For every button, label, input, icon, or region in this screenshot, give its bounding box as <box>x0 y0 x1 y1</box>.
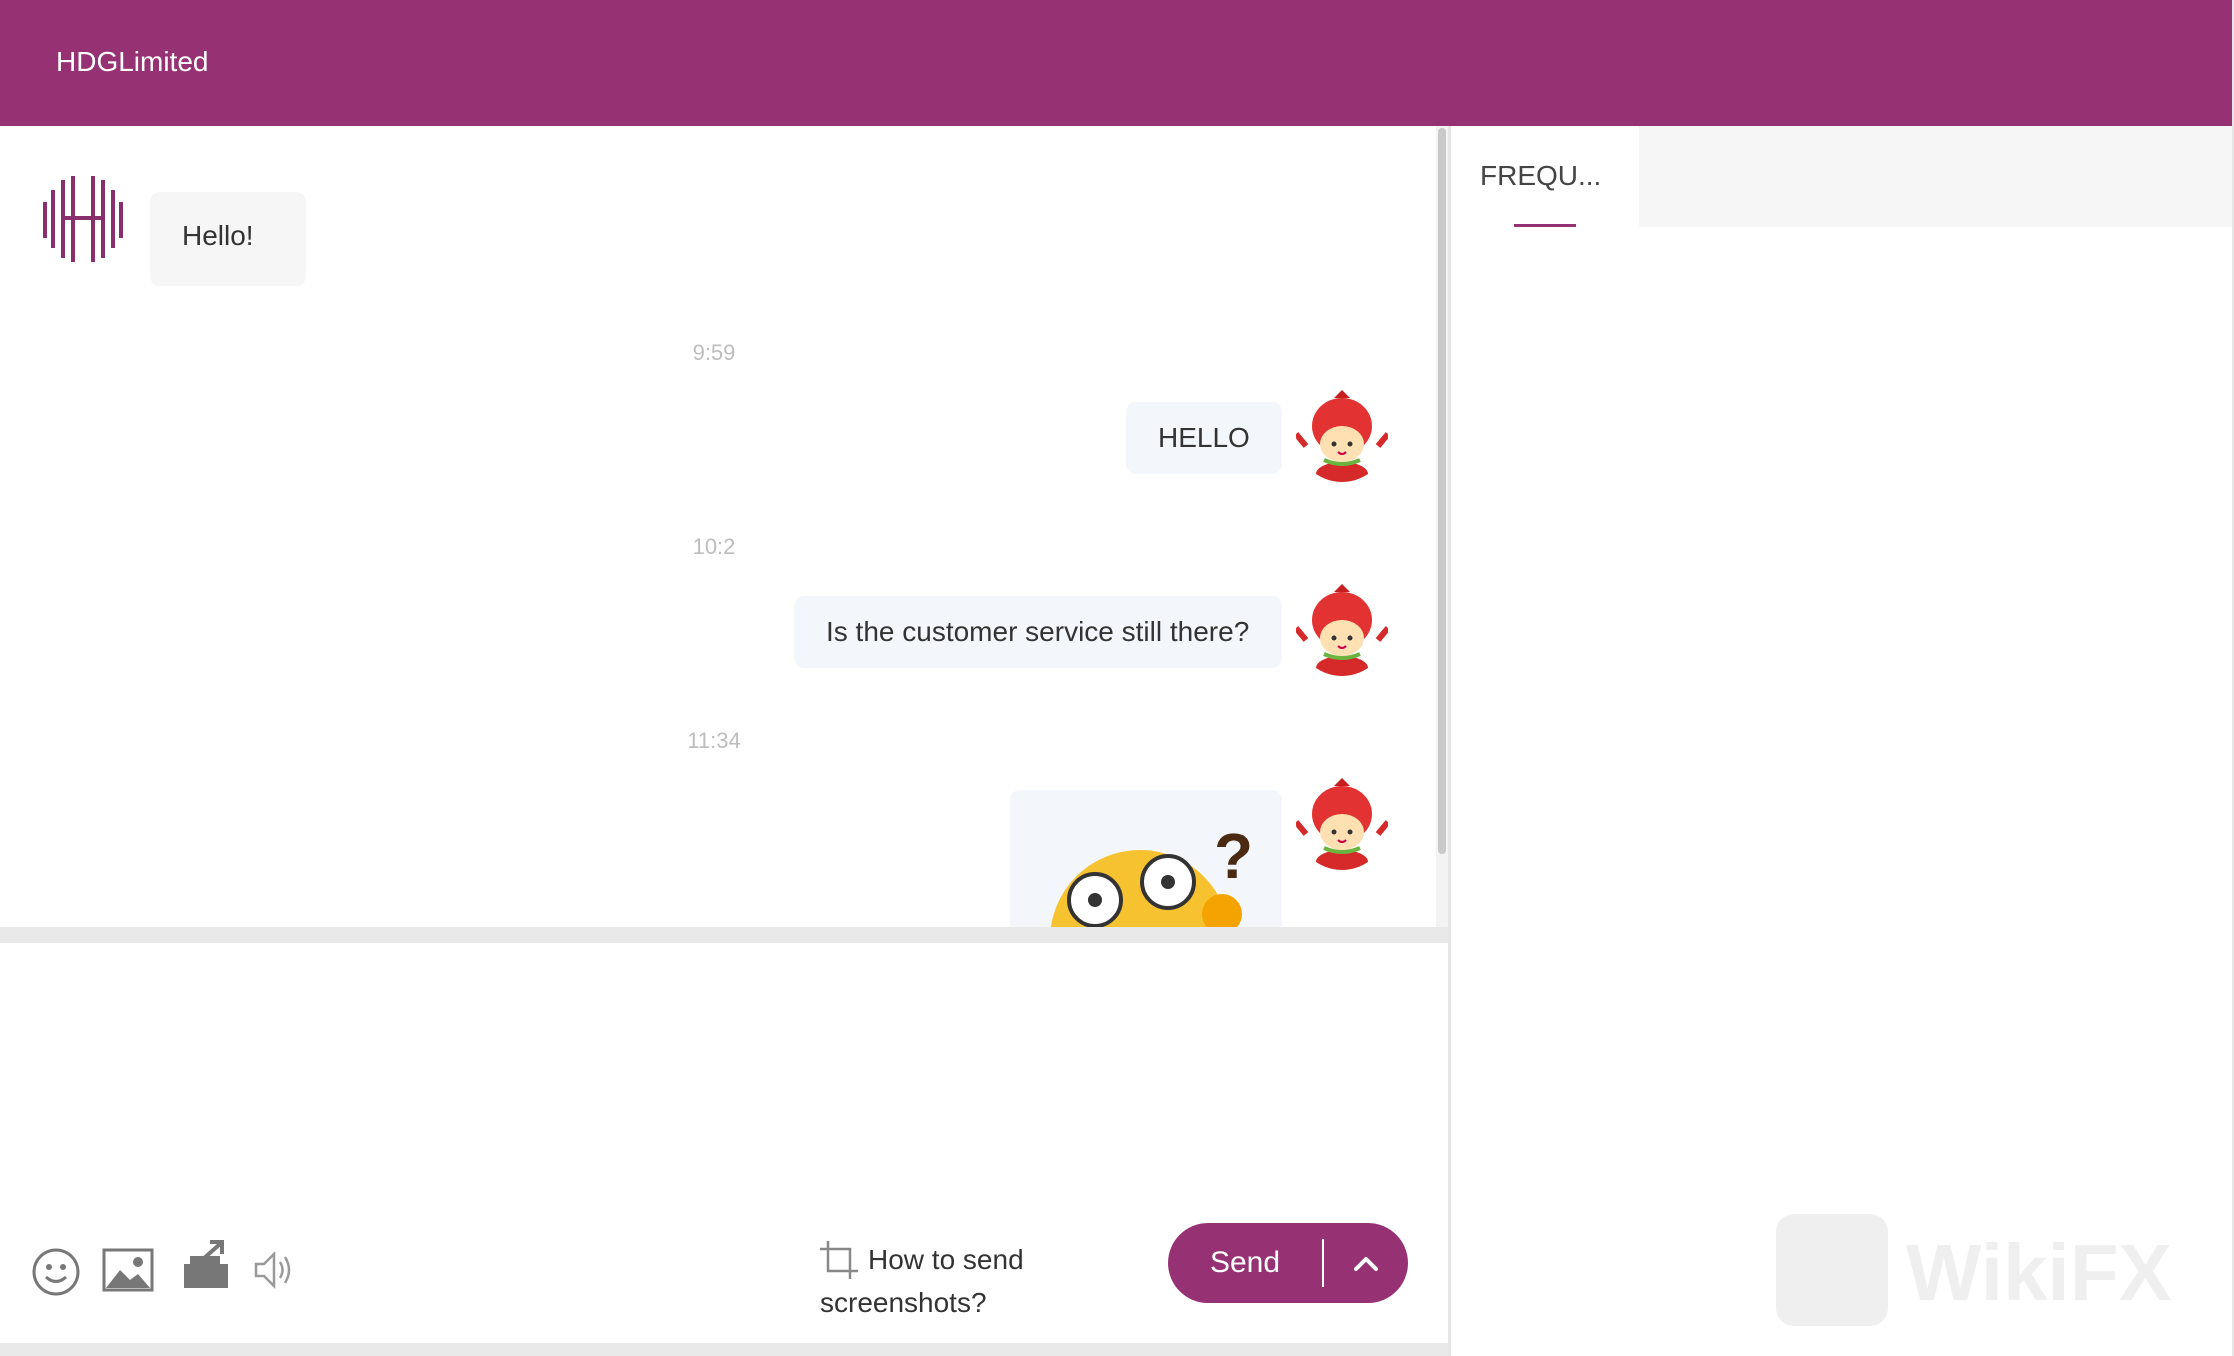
tab-faq-label[interactable]: FREQU... <box>1480 160 1620 192</box>
send-button[interactable]: Send <box>1168 1223 1322 1303</box>
svg-text:?: ? <box>1214 820 1253 892</box>
image-icon[interactable] <box>102 1248 154 1297</box>
app-title: HDGLimited <box>56 46 209 77</box>
user-avatar <box>1296 778 1388 870</box>
message-text: HELLO <box>1158 422 1250 453</box>
message-input-area[interactable] <box>0 943 1448 1203</box>
chevron-up-icon <box>1354 1257 1378 1271</box>
agent-avatar <box>37 172 129 264</box>
watermark-text: WikiFX <box>1906 1228 2172 1317</box>
header-bar: HDGLimited <box>0 0 2234 126</box>
user-avatar <box>1296 390 1388 482</box>
user-message-bubble: Is the customer service still there? <box>794 596 1282 668</box>
chat-scrollbar-thumb[interactable] <box>1438 128 1446 854</box>
message-text: Is the customer service still there? <box>826 616 1250 647</box>
emoji-icon[interactable] <box>30 1246 82 1303</box>
composer-divider <box>0 927 1448 943</box>
cartoon-avatar-icon <box>1296 390 1388 482</box>
user-avatar <box>1296 584 1388 676</box>
sticker-message-bubble[interactable]: ? <box>1010 790 1282 927</box>
send-options-button[interactable] <box>1324 1223 1408 1303</box>
message-timestamp: 10:2 <box>692 534 736 559</box>
volume-icon[interactable] <box>252 1248 296 1297</box>
hdg-logo-icon <box>37 172 129 264</box>
cartoon-avatar-icon <box>1296 778 1388 870</box>
agent-message-bubble: Hello! <box>150 192 306 286</box>
cartoon-avatar-icon <box>1296 584 1388 676</box>
message-timestamp: 11:34 <box>687 728 741 753</box>
screenshot-hint-text[interactable]: How to send screenshots? <box>820 1244 1024 1318</box>
tab-active-indicator <box>1514 224 1576 227</box>
file-upload-icon[interactable] <box>180 1236 232 1297</box>
wikifx-watermark: WikiFX <box>1776 1212 2226 1330</box>
side-panel <box>1451 126 2232 1356</box>
confused-face-sticker-icon: ? <box>1050 820 1253 927</box>
user-message-bubble: HELLO <box>1126 402 1282 474</box>
bottom-strip <box>0 1343 1448 1356</box>
message-text: Hello! <box>182 220 254 251</box>
message-timestamp: 9:59 <box>692 340 736 365</box>
